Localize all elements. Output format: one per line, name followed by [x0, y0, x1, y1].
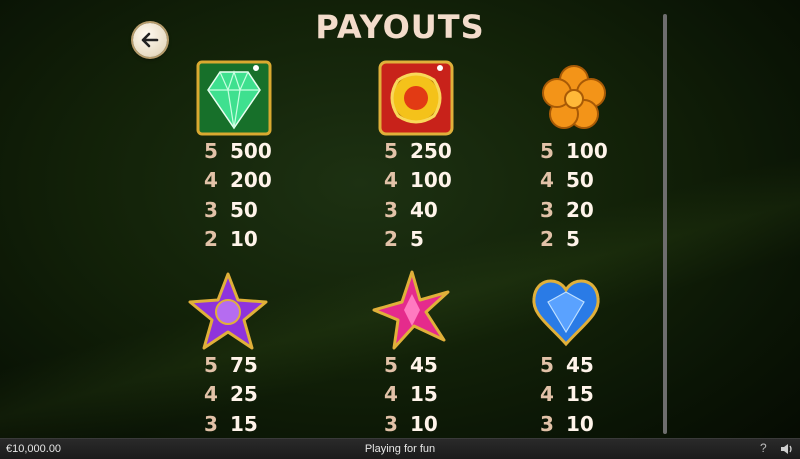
page-title: PAYOUTS — [315, 8, 485, 46]
payout-row: 5 100 — [540, 136, 608, 166]
scrollbar[interactable] — [663, 14, 667, 434]
payout-row: 3 15 — [204, 409, 258, 439]
payout-table-blue-heart: 5 45 4 15 3 10 — [540, 350, 594, 439]
payout-count: 5 — [204, 352, 218, 377]
payout-value: 45 — [410, 352, 438, 377]
payout-value: 25 — [230, 382, 258, 407]
payout-table-ruby-ring: 5 250 4 100 3 40 25 — [384, 136, 452, 254]
payout-row: 5 500 — [204, 136, 272, 166]
payout-count: 3 — [540, 411, 554, 436]
blue-heart-gem-icon — [518, 262, 614, 358]
payout-row: 4 15 — [384, 380, 438, 410]
orange-flower-gem-icon — [526, 50, 622, 146]
payout-value: 250 — [410, 138, 452, 163]
green-diamond-icon — [186, 50, 282, 146]
pink-star-gem-icon — [364, 262, 460, 358]
payout-count: 3 — [384, 411, 398, 436]
payout-row: 3 40 — [384, 195, 452, 225]
payout-count: 5 — [384, 352, 398, 377]
play-mode-label: Playing for fun — [364, 443, 436, 455]
payout-count: 3 — [204, 197, 218, 222]
payout-table-pink-star: 5 45 4 15 3 10 — [384, 350, 438, 439]
payout-row: 4 25 — [204, 380, 258, 410]
payout-count: 3 — [204, 411, 218, 436]
payout-value: 15 — [230, 411, 258, 436]
payout-value: 20 — [566, 197, 594, 222]
payout-count: 4 — [540, 168, 554, 193]
payout-count: 4 — [540, 382, 554, 407]
payout-row: 25 — [540, 225, 608, 255]
purple-star-gem-icon — [180, 262, 276, 358]
payout-count: 4 — [204, 168, 218, 193]
payout-table-purple-star: 5 75 4 25 3 15 — [204, 350, 258, 439]
status-bar: €10,000.00 Playing for fun ? — [0, 438, 800, 459]
payout-row: 4 200 — [204, 166, 272, 196]
payout-row: 4 15 — [540, 380, 594, 410]
payout-value: 15 — [410, 382, 438, 407]
payout-count: 5 — [540, 352, 554, 377]
payout-row: 4 100 — [384, 166, 452, 196]
payout-count: 3 — [540, 197, 554, 222]
help-icon[interactable]: ? — [760, 441, 767, 455]
payout-row: 5 45 — [384, 350, 438, 380]
payout-row: 3 20 — [540, 195, 608, 225]
payout-row: 4 50 — [540, 166, 608, 196]
payout-count: 4 — [204, 382, 218, 407]
payout-value: 75 — [230, 352, 258, 377]
payout-value: 200 — [230, 168, 272, 193]
payout-count: 3 — [384, 197, 398, 222]
payout-row: 5 250 — [384, 136, 452, 166]
payout-count: 4 — [384, 168, 398, 193]
payout-value: 15 — [566, 382, 594, 407]
payout-count: 4 — [384, 382, 398, 407]
payout-value: 10 — [566, 411, 594, 436]
payout-value: 10 — [410, 411, 438, 436]
payout-value: 5 — [566, 227, 580, 252]
payout-count: 5 — [204, 138, 218, 163]
payout-row: 25 — [384, 225, 452, 255]
payout-count: 5 — [540, 138, 554, 163]
payout-value: 50 — [566, 168, 594, 193]
payout-table-diamond: 5 500 4 200 3 50 2 10 — [204, 136, 272, 254]
payout-count: 2 — [540, 227, 554, 252]
payout-count: 2 — [204, 227, 218, 252]
arrow-left-icon — [141, 32, 159, 48]
payout-value: 50 — [230, 197, 258, 222]
payout-row: 3 10 — [540, 409, 594, 439]
payout-row: 3 50 — [204, 195, 272, 225]
payout-count: 5 — [384, 138, 398, 163]
payout-row: 2 10 — [204, 225, 272, 255]
payout-row: 3 10 — [384, 409, 438, 439]
payout-table-amber-flower: 5 100 4 50 3 20 25 — [540, 136, 608, 254]
payout-value: 10 — [230, 227, 258, 252]
payout-value: 500 — [230, 138, 272, 163]
payout-row: 5 75 — [204, 350, 258, 380]
payout-value: 45 — [566, 352, 594, 377]
payout-value: 100 — [566, 138, 608, 163]
payout-row: 5 45 — [540, 350, 594, 380]
speaker-icon[interactable] — [780, 442, 794, 456]
payout-value: 40 — [410, 197, 438, 222]
red-yellow-gem-icon — [368, 50, 464, 146]
payout-count: 2 — [384, 227, 398, 252]
payout-value: 100 — [410, 168, 452, 193]
back-button[interactable] — [133, 23, 167, 57]
payout-value: 5 — [410, 227, 424, 252]
